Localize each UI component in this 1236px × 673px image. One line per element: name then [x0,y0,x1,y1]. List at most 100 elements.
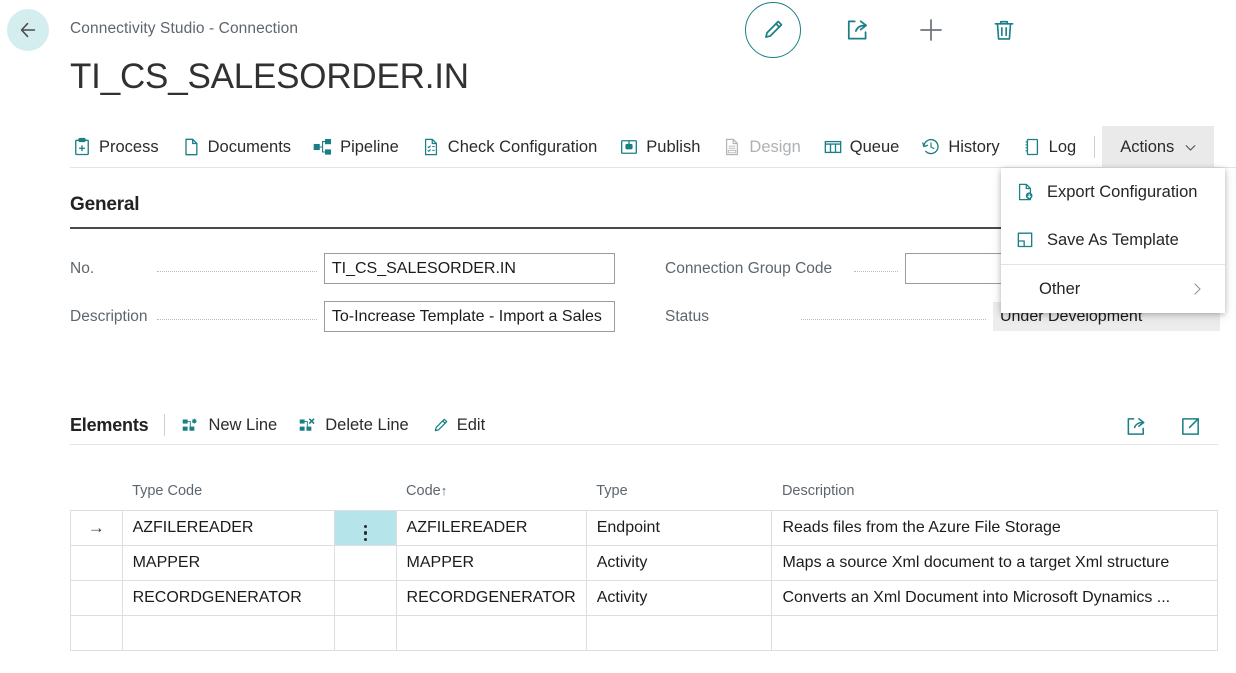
ribbon-item-label: Log [1048,137,1077,156]
no-input[interactable]: TI_CS_SALESORDER.IN [323,253,615,284]
edit-line-button[interactable]: Edit [420,407,496,443]
cell-type-code[interactable]: MAPPER [121,545,336,581]
share-button[interactable] [842,14,874,46]
delete-line-icon [299,416,318,435]
breadcrumb[interactable]: Connectivity Studio - Connection [70,20,298,38]
col-header-description[interactable]: Description [772,483,1218,511]
elements-share-button[interactable] [1120,410,1152,442]
edit-button[interactable] [745,2,801,58]
ribbon-item-pipeline[interactable]: Pipeline [302,126,410,168]
dot-leader [156,309,317,320]
cell-description[interactable]: Reads files from the Azure File Storage [771,510,1218,546]
cell-description[interactable]: Maps a source Xml document to a target X… [771,545,1218,581]
ribbon-item-design: Design [711,126,811,168]
pencil-icon [760,17,786,43]
new-line-button[interactable]: New Line [171,407,288,443]
menu-item-label: Other [1039,279,1081,298]
col-header-type-code[interactable]: Type Code [122,483,335,511]
menu-item-label: Save As Template [1047,230,1179,249]
table-body: → AZFILEREADER AZFILEREADER Endpoint Rea… [70,510,1218,651]
col-header-code[interactable]: Code↑ [396,483,586,511]
chevron-right-icon [1189,281,1205,297]
chevron-down-icon [1183,140,1198,155]
document-icon [181,137,201,157]
connection-card-page: Connectivity Studio - Connection TI_CS_S… [0,0,1236,673]
cell-type[interactable]: Endpoint [585,510,773,546]
ribbon-item-check-configuration[interactable]: Check Configuration [410,126,609,168]
description-input[interactable]: To-Increase Template - Import a Sales [323,301,615,332]
process-clipboard-icon [72,137,92,157]
elements-heading: Elements [70,414,149,435]
cell-type-code[interactable]: RECORDGENERATOR [121,580,336,616]
cell-type[interactable]: Activity [585,545,773,581]
menu-item-save-as-template[interactable]: Save As Template [1001,216,1225,264]
dot-leader [156,261,317,272]
field-connection-group-code-label: Connection Group Code [665,259,833,277]
col-header-type[interactable]: Type [586,483,772,511]
cell-description[interactable] [771,615,1218,651]
elements-table: Type Code Code↑ Type Description → AZFIL… [70,483,1218,651]
ribbon-item-history[interactable]: History [910,126,1010,168]
cell-type[interactable] [585,615,773,651]
ribbon-toolbar: Process Documents Pipeline Check Configu… [0,126,1236,168]
table-row[interactable]: → AZFILEREADER AZFILEREADER Endpoint Rea… [70,510,1218,546]
field-description: Description To-Increase Template - Impor… [70,301,615,332]
ribbon-divider [1094,136,1096,158]
dot-leader [800,309,986,320]
save-template-icon [1015,230,1035,250]
cell-code[interactable]: MAPPER [395,545,587,581]
ribbon-item-label: Queue [849,137,900,156]
ribbon-item-label: History [948,137,1000,156]
col-header-kebab [335,483,396,511]
actions-label: Actions [1120,137,1175,156]
cell-code[interactable] [395,615,587,651]
delete-button[interactable] [988,14,1020,46]
col-header-indicator [71,483,123,511]
row-indicator: → [70,510,123,546]
new-button[interactable] [915,14,947,46]
table-row[interactable] [70,615,1218,651]
field-no-label: No. [70,259,95,277]
delete-line-label: Delete Line [325,415,409,434]
ribbon-item-documents[interactable]: Documents [170,126,302,168]
row-indicator [70,545,123,581]
publish-chip-icon [619,137,639,157]
menu-item-export-configuration[interactable]: Export Configuration [1001,168,1225,216]
table-row[interactable]: MAPPER MAPPER Activity Maps a source Xml… [70,545,1218,581]
ribbon-item-queue[interactable]: Queue [812,126,911,168]
row-menu-button[interactable] [334,545,397,581]
ribbon-item-log[interactable]: Log [1011,126,1088,168]
actions-menu-button[interactable]: Actions [1102,126,1215,168]
new-line-icon [182,416,201,435]
table-header-row: Type Code Code↑ Type Description [71,483,1218,511]
delete-line-button[interactable]: Delete Line [288,407,419,443]
cell-code[interactable]: RECORDGENERATOR [395,580,587,616]
sort-ascending-icon: ↑ [440,483,448,498]
table-row[interactable]: RECORDGENERATOR RECORDGENERATOR Activity… [70,580,1218,616]
top-actions-group [745,2,1020,58]
row-menu-button[interactable] [334,615,397,651]
plus-icon [916,15,946,45]
elements-toolbar: Elements New Line Delete Line Edit [70,406,1218,444]
menu-item-label: Export Configuration [1047,182,1198,201]
row-indicator [70,580,123,616]
row-menu-button[interactable] [334,510,397,546]
elements-right-icons [1120,410,1206,442]
back-button[interactable] [7,9,49,51]
cell-type-code[interactable]: AZFILEREADER [121,510,336,546]
cell-type-code[interactable] [121,615,336,651]
ribbon-item-label: Check Configuration [447,137,598,156]
ribbon-item-label: Process [99,137,159,156]
cell-type[interactable]: Activity [585,580,773,616]
elements-expand-button[interactable] [1174,410,1206,442]
menu-item-other[interactable]: Other [1001,265,1225,313]
pencil-icon [431,416,450,435]
cell-code[interactable]: AZFILEREADER [395,510,587,546]
ribbon-item-publish[interactable]: Publish [608,126,711,168]
ribbon-item-process[interactable]: Process [72,126,170,168]
row-menu-button[interactable] [334,580,397,616]
history-clock-icon [921,137,941,157]
field-no: No. TI_CS_SALESORDER.IN [70,253,615,284]
cell-description[interactable]: Converts an Xml Document into Microsoft … [771,580,1218,616]
actions-dropdown-menu: Export Configuration Save As Template Ot… [1001,168,1225,313]
